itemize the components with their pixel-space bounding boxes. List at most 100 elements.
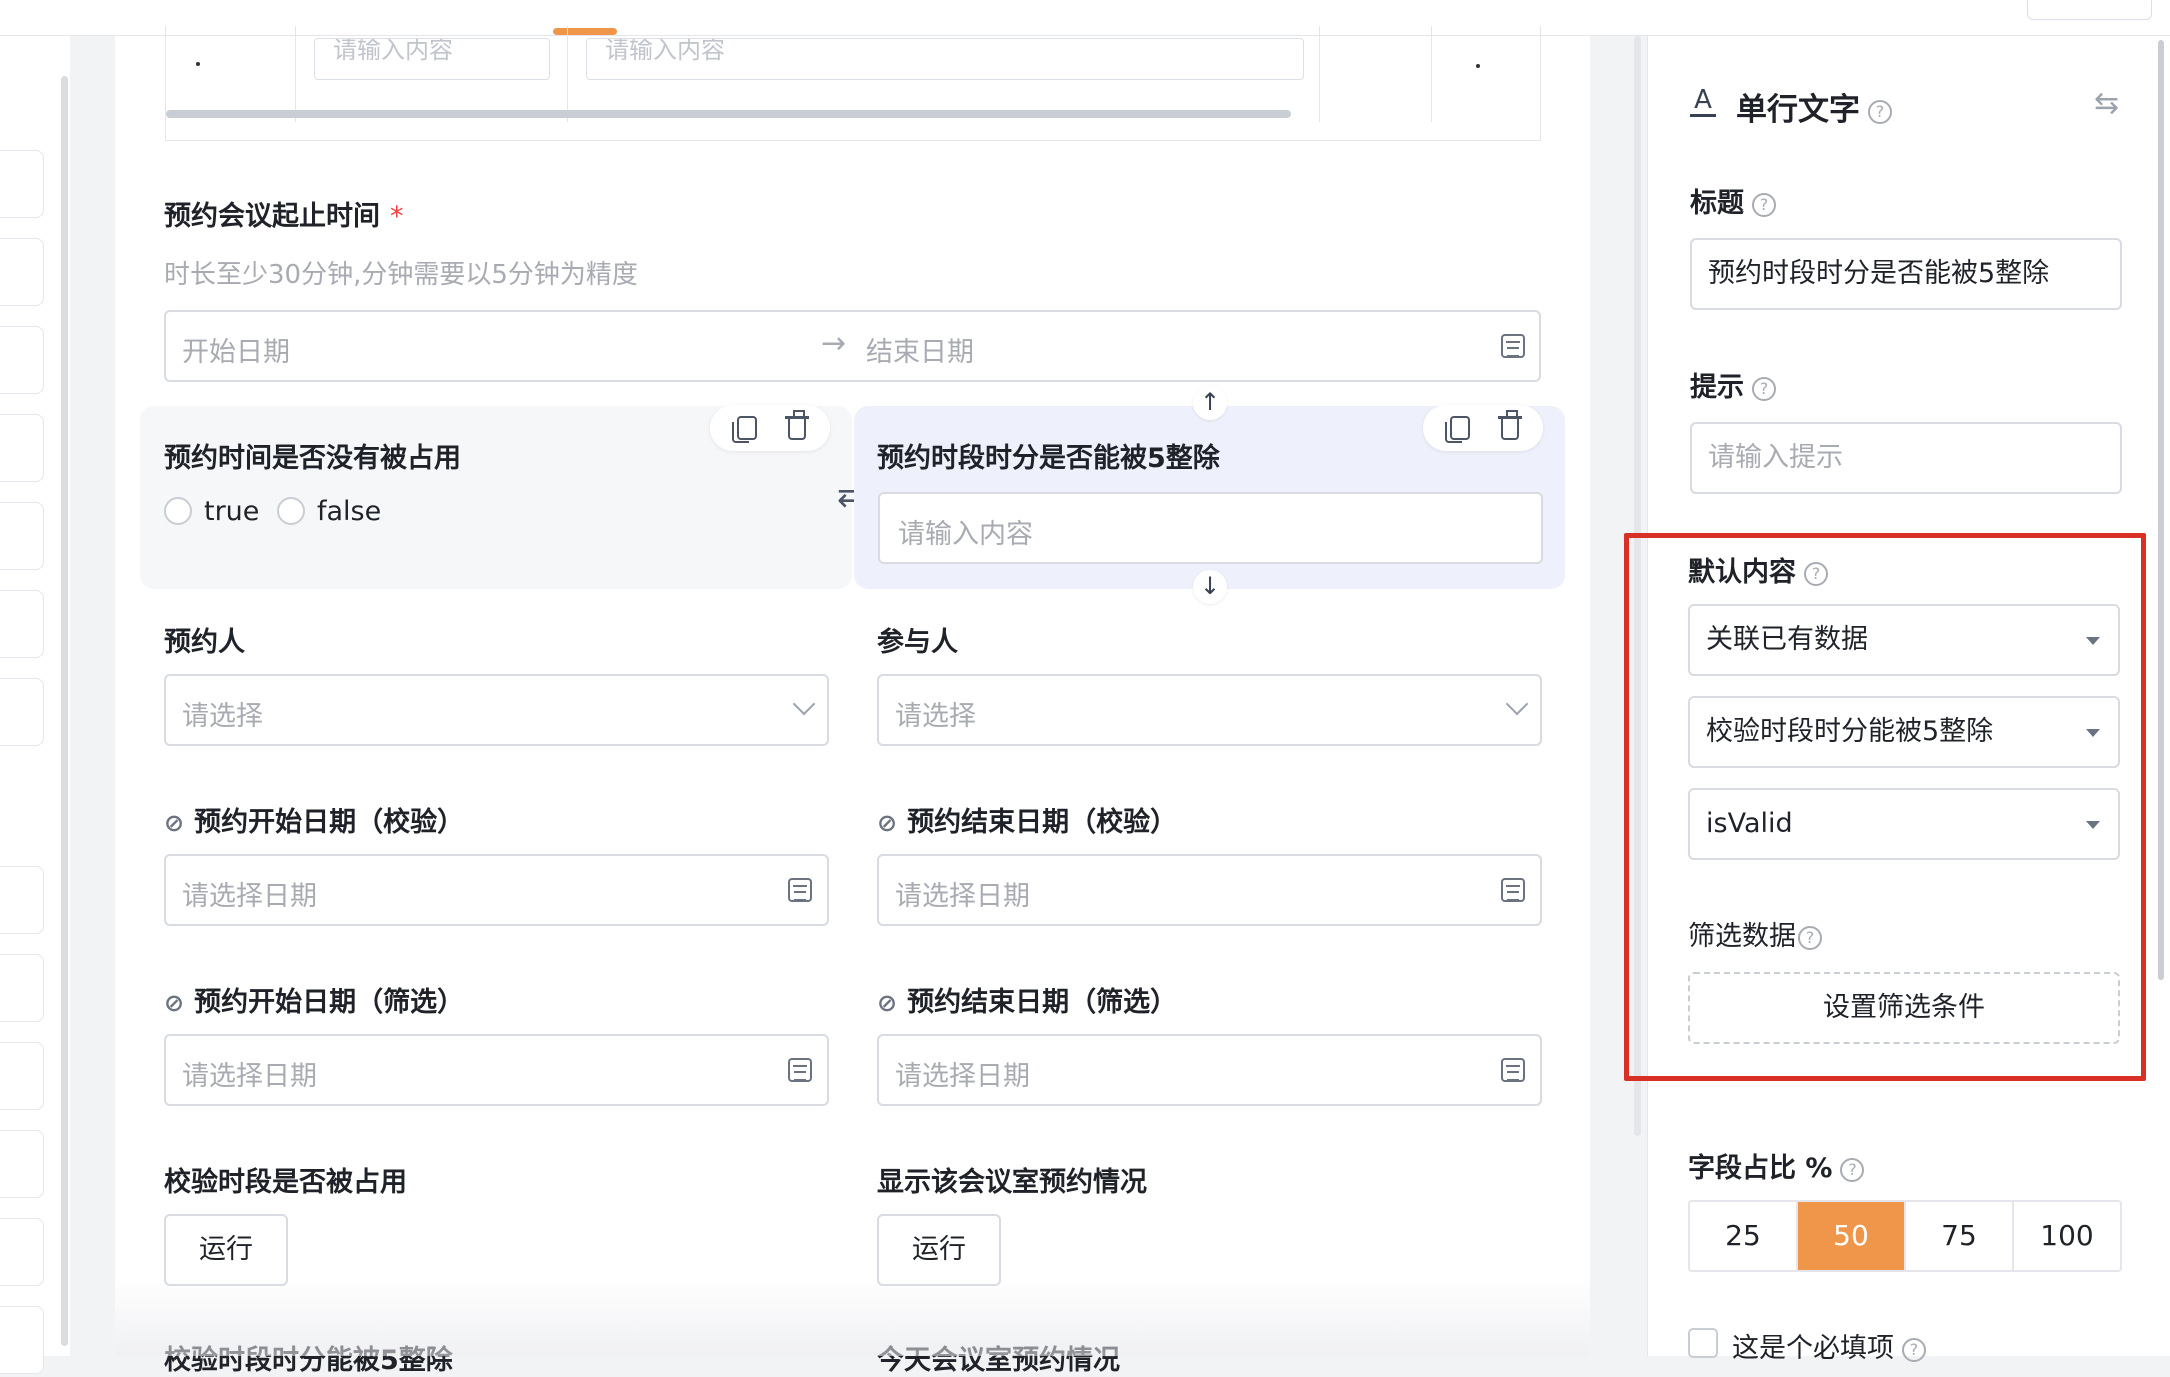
help-icon[interactable]: ? [1804,561,1828,586]
booker-label: 预约人 [164,627,245,658]
default-content-label: 默认内容? [1688,550,1828,589]
subtable-input[interactable]: 请输入内容 [586,38,1304,80]
width-option-100[interactable]: 100 [2014,1202,2120,1270]
chevron-down-icon [792,692,816,716]
subtable-cell [166,26,296,122]
rail-item[interactable] [0,1042,44,1110]
field-type-title: 单行文字? [1736,84,1892,129]
text-type-icon: A [1690,86,1716,117]
default-source-select[interactable]: 校验时段时分能被5整除 [1688,696,2120,768]
end-date-filter-picker[interactable]: 请选择日期 [877,1034,1542,1106]
calendar-icon [1501,1058,1525,1082]
rail-item[interactable] [0,954,44,1022]
set-filter-button[interactable]: 设置筛选条件 [1688,972,2120,1044]
title-label: 标题? [1690,181,1776,220]
chevron-down-icon [1505,692,1529,716]
participants-placeholder: 请选择 [895,701,976,732]
default-field-select[interactable]: isValid [1688,788,2120,860]
calendar-icon [788,1058,812,1082]
meeting-time-label: 预约会议起止时间 * [164,201,404,232]
radio-true-label: true [204,496,260,527]
rail-item[interactable] [0,238,44,306]
help-icon[interactable]: ? [1752,376,1776,401]
radio-false[interactable] [277,497,305,525]
subtable: 请输入内容 请输入内容 [165,26,1541,141]
hidden-eye-icon: ⊘ [877,989,898,1017]
end-date-check-label: ⊘ 预约结束日期（校验） [877,807,1178,838]
rail-item[interactable] [0,1306,44,1374]
required-checkbox[interactable] [1688,1328,1718,1358]
field-card-divisible-selected[interactable]: 预约时段时分是否能被5整除 请输入内容 [854,405,1565,589]
copy-icon[interactable] [1445,416,1470,443]
help-icon[interactable]: ? [1840,1157,1865,1182]
arrow-up-icon[interactable]: ↑ [1193,386,1227,420]
trash-icon[interactable] [785,410,809,440]
check-occupied-label: 校验时段是否被占用 [164,1167,407,1198]
default-mode-select[interactable]: 关联已有数据 [1688,604,2120,676]
run-show-room-booking-button[interactable]: 运行 [877,1214,1001,1286]
trash-icon[interactable] [1498,410,1522,440]
field-card-not-occupied[interactable]: 预约时间是否没有被占用 true false [140,405,852,589]
start-date-check-label: ⊘ 预约开始日期（校验） [164,807,465,838]
subtable-scrollbar[interactable] [166,110,1291,118]
rail-scrollbar[interactable] [61,76,68,1346]
left-component-rail [0,36,70,1374]
row-dot [196,62,200,66]
booker-placeholder: 请选择 [182,701,263,732]
rail-item[interactable] [0,414,44,482]
start-date-filter-label: ⊘ 预约开始日期（筛选） [164,987,465,1018]
run-check-occupied-button[interactable]: 运行 [164,1214,288,1286]
subtable-input[interactable]: 请输入内容 [314,38,550,80]
top-action-button[interactable] [2027,0,2152,20]
end-date-filter-placeholder: 请选择日期 [895,1061,1030,1092]
caret-down-icon [2086,637,2100,645]
participants-select[interactable]: 请选择 [877,674,1542,746]
help-icon[interactable]: ? [1798,925,1822,950]
radio-true[interactable] [164,497,192,525]
card-actions [1423,405,1543,451]
start-date-filter-placeholder: 请选择日期 [182,1061,317,1092]
help-icon[interactable]: ? [1902,1337,1926,1362]
rail-item[interactable] [0,1218,44,1286]
check-divisible-label: 校验时段时分能被5整除 [164,1345,453,1376]
rail-item[interactable] [0,590,44,658]
hint-input[interactable]: 请输入提示 [1690,422,2122,494]
start-date-check-picker[interactable]: 请选择日期 [164,854,829,926]
filter-data-label: 筛选数据? [1688,914,1822,953]
end-date-check-picker[interactable]: 请选择日期 [877,854,1542,926]
row-menu-dot[interactable] [1476,64,1480,68]
participants-label: 参与人 [877,627,958,658]
subtable-cell: 请输入内容 [296,26,568,122]
title-input[interactable]: 预约时段时分是否能被5整除 [1690,238,2122,310]
copy-icon[interactable] [732,416,757,443]
rail-item[interactable] [0,502,44,570]
rail-item[interactable] [0,150,44,218]
help-icon[interactable]: ? [1752,192,1776,217]
end-date-check-placeholder: 请选择日期 [895,881,1030,912]
end-date-placeholder: 结束日期 [866,337,974,368]
form-canvas: 请输入内容 请输入内容 预约会议起止时间 * 时长至少30分钟,分钟需要以5分钟为… [115,26,1590,1376]
panel-splitter[interactable] [1634,36,1641,1136]
panel-scrollbar[interactable] [2158,40,2164,980]
arrow-down-icon[interactable]: ↓ [1193,570,1227,604]
required-label: 这是个必填项? [1732,1326,1926,1365]
width-option-50[interactable]: 50 [1798,1202,1906,1270]
hint-label: 提示? [1690,365,1776,404]
card-actions [710,405,830,451]
date-range-picker[interactable]: 开始日期 → 结束日期 [164,310,1541,382]
rail-item[interactable] [0,866,44,934]
rail-item[interactable] [0,678,44,746]
swap-type-icon[interactable]: ⇆ [2094,86,2119,121]
width-option-25[interactable]: 25 [1690,1202,1798,1270]
rail-item[interactable] [0,1130,44,1198]
divisible-input[interactable]: 请输入内容 [878,492,1543,564]
help-icon[interactable]: ? [1868,99,1892,124]
hidden-eye-icon: ⊘ [877,809,898,837]
booker-select[interactable]: 请选择 [164,674,829,746]
width-option-75[interactable]: 75 [1906,1202,2014,1270]
subtable-cell [1432,26,1542,122]
meeting-time-hint: 时长至少30分钟,分钟需要以5分钟为精度 [164,260,638,290]
rail-item[interactable] [0,326,44,394]
subtable-cell [1320,26,1432,122]
start-date-filter-picker[interactable]: 请选择日期 [164,1034,829,1106]
